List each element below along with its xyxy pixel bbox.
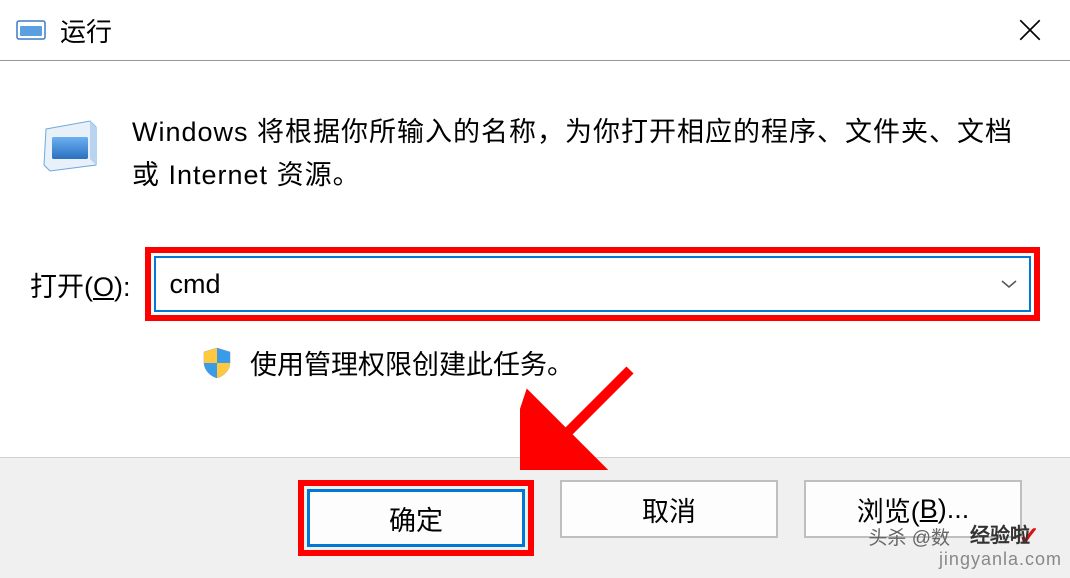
input-highlight <box>145 247 1040 321</box>
button-bar: 确定 取消 浏览(B)... <box>0 457 1070 578</box>
run-icon <box>16 18 46 42</box>
titlebar: 运行 <box>0 0 1070 60</box>
watermark-header: 头杀 @数 <box>868 523 950 550</box>
window-title: 运行 <box>60 12 112 49</box>
open-combobox[interactable] <box>154 256 1031 312</box>
cancel-button[interactable]: 取消 <box>560 480 778 538</box>
shield-icon <box>200 346 234 380</box>
chevron-down-icon <box>1000 279 1018 289</box>
admin-text: 使用管理权限创建此任务。 <box>250 343 574 382</box>
dropdown-button[interactable] <box>989 258 1029 310</box>
run-dialog: 运行 <box>0 0 1070 578</box>
watermark-logo: 经验啦 <box>970 519 1030 548</box>
description-row: Windows 将根据你所输入的名称，为你打开相应的程序、文件夹、文档或 Int… <box>20 61 1050 227</box>
open-input[interactable] <box>156 261 989 308</box>
content-area: Windows 将根据你所输入的名称，为你打开相应的程序、文件夹、文档或 Int… <box>0 60 1070 457</box>
titlebar-left: 运行 <box>16 12 112 49</box>
ok-button[interactable]: 确定 <box>307 489 525 547</box>
input-row: 打开(O): <box>20 227 1050 341</box>
close-icon <box>1017 17 1043 43</box>
watermark-site: jingyanla.com <box>939 549 1062 570</box>
close-button[interactable] <box>1006 6 1054 54</box>
run-icon-large <box>40 115 102 177</box>
ok-highlight: 确定 <box>298 480 534 556</box>
admin-row: 使用管理权限创建此任务。 <box>20 341 1050 402</box>
open-label: 打开(O): <box>30 265 131 304</box>
description-text: Windows 将根据你所输入的名称，为你打开相应的程序、文件夹、文档或 Int… <box>132 111 1030 197</box>
